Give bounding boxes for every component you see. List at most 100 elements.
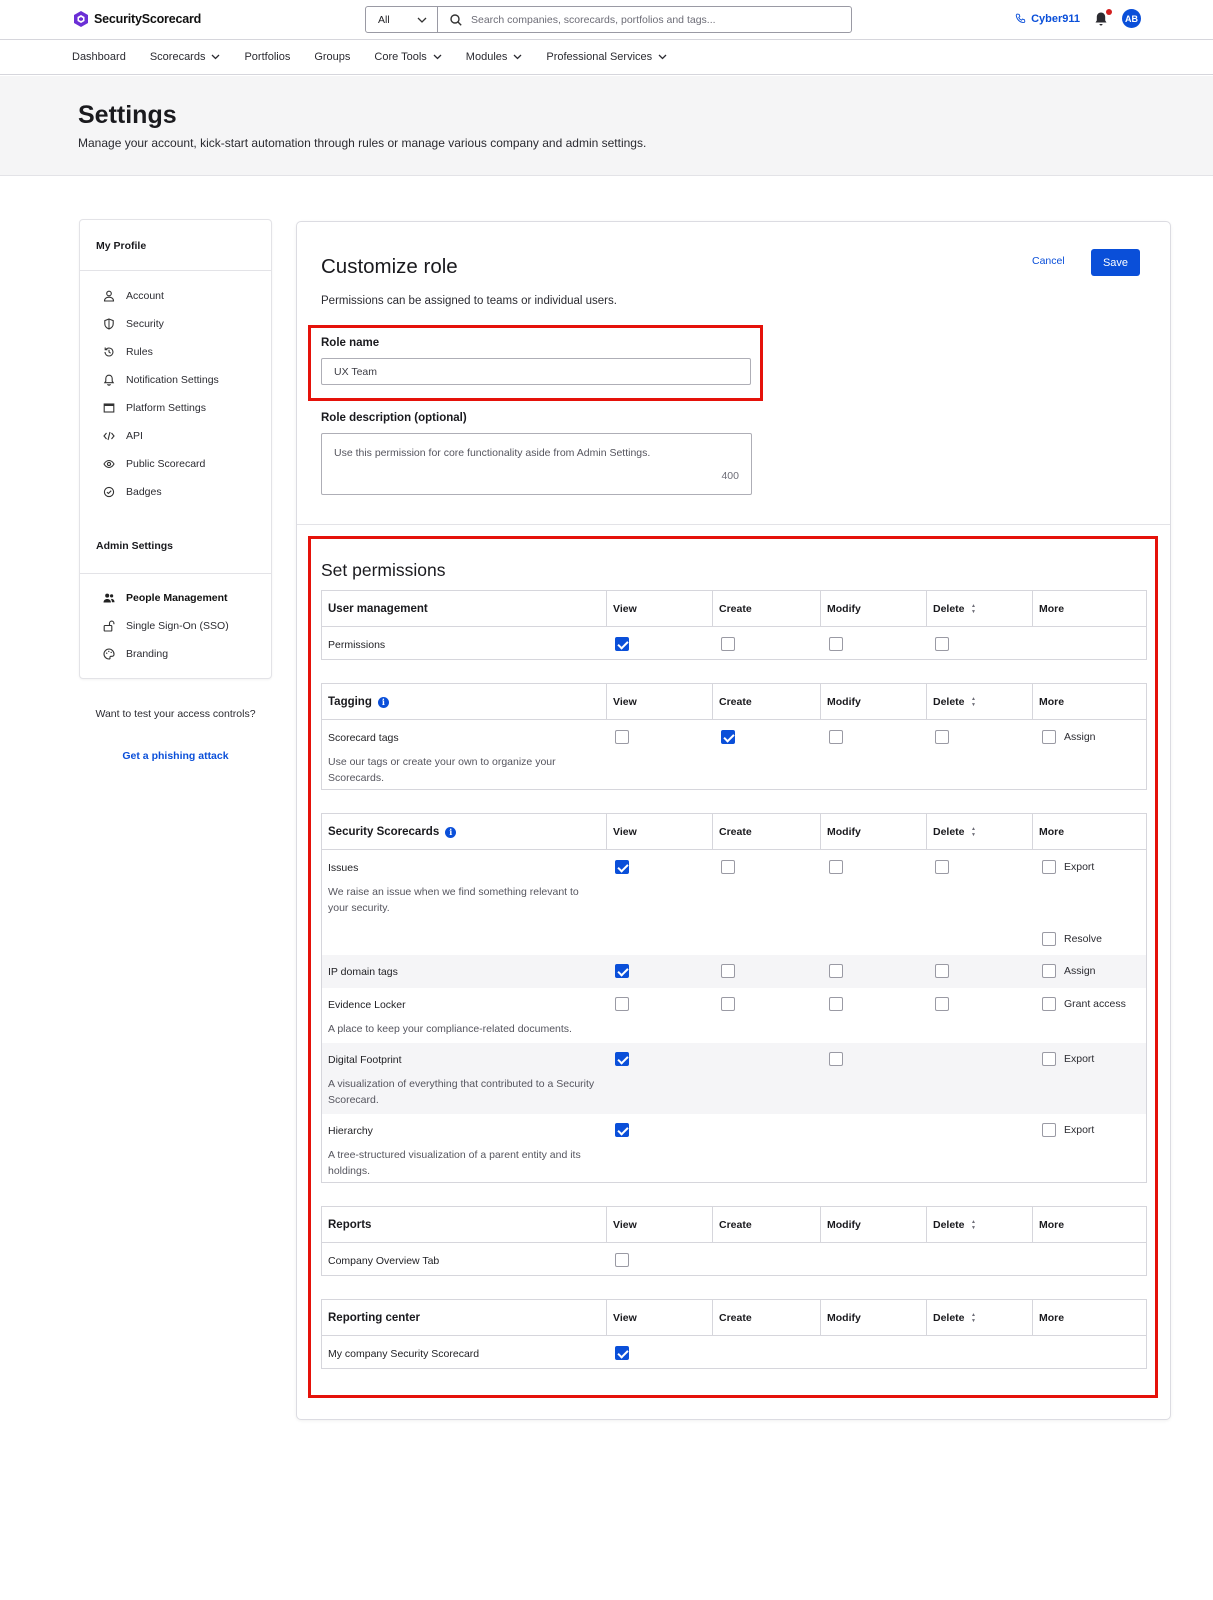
sidebar-item-platform-settings[interactable]: Platform Settings [103, 402, 206, 414]
view-checkbox[interactable] [615, 637, 629, 651]
role-name-input[interactable] [321, 358, 751, 385]
notification-dot [1106, 8, 1112, 15]
nav-item-professional-services[interactable]: Professional Services [546, 51, 667, 63]
export-checkbox[interactable] [1042, 1052, 1056, 1066]
nav-item-label: Professional Services [546, 51, 653, 63]
top-bar: SecurityScorecard All Cyber911 AB [0, 0, 1213, 40]
nav-item-groups[interactable]: Groups [314, 51, 350, 63]
delete-checkbox[interactable] [935, 964, 949, 978]
view-checkbox[interactable] [615, 964, 629, 978]
grant-access-checkbox[interactable] [1042, 997, 1056, 1011]
column-header-delete[interactable]: Delete ▲▼ [926, 814, 1032, 850]
export-checkbox[interactable] [1042, 1123, 1056, 1137]
sidebar-item-sso[interactable]: Single Sign-On (SSO) [103, 620, 229, 632]
delete-checkbox[interactable] [935, 997, 949, 1011]
column-header-label: More [1039, 696, 1065, 708]
cyber911-link[interactable]: Cyber911 [1015, 13, 1080, 25]
export-checkbox[interactable] [1042, 860, 1056, 874]
delete-checkbox[interactable] [935, 637, 949, 651]
column-header-create: Create [712, 814, 820, 850]
modify-checkbox[interactable] [829, 1052, 843, 1066]
delete-checkbox[interactable] [935, 730, 949, 744]
create-checkbox[interactable] [721, 730, 735, 744]
column-header-label: Modify [827, 696, 861, 708]
permission-description: We raise an issue when we find something… [328, 886, 579, 914]
column-header-view: View [606, 1300, 712, 1336]
column-header-label: Create [719, 603, 752, 615]
column-header-delete[interactable]: Delete ▲▼ [926, 684, 1032, 720]
permission-row-hierarchy: Hierarchy A tree-structured visualization… [322, 1114, 1146, 1184]
column-header-label: Delete [933, 826, 965, 838]
assign-checkbox[interactable] [1042, 730, 1056, 744]
create-checkbox[interactable] [721, 964, 735, 978]
view-checkbox[interactable] [615, 860, 629, 874]
role-description-textarea[interactable]: Use this permission for core functionali… [321, 433, 752, 495]
permission-description: Use our tags or create your own to organ… [328, 756, 556, 784]
phishing-question: Want to test your access controls? [95, 708, 256, 720]
permission-description: A visualization of everything that contr… [328, 1078, 595, 1106]
chevron-down-icon [658, 54, 667, 60]
sidebar-item-rules[interactable]: Rules [103, 346, 153, 358]
column-header-delete[interactable]: Delete ▲▼ [926, 1300, 1032, 1336]
modify-checkbox[interactable] [829, 997, 843, 1011]
delete-checkbox[interactable] [935, 860, 949, 874]
sidebar-item-security[interactable]: Security [103, 318, 164, 330]
permission-table-security-scorecards: Security Scorecards i View Create Modify Dele… [321, 813, 1147, 1183]
column-header-view: View [606, 1207, 712, 1243]
column-header-modify: Modify [820, 684, 926, 720]
sidebar-item-people-management[interactable]: People Management [103, 592, 228, 604]
assign-checkbox[interactable] [1042, 964, 1056, 978]
sidebar-item-account[interactable]: Account [103, 290, 164, 302]
column-header-label: Delete [933, 1219, 965, 1231]
view-checkbox[interactable] [615, 1123, 629, 1137]
column-header-delete[interactable]: Delete ▲▼ [926, 591, 1032, 627]
search-input[interactable] [471, 13, 851, 26]
view-checkbox[interactable] [615, 997, 629, 1011]
avatar[interactable]: AB [1122, 9, 1141, 28]
info-icon[interactable]: i [377, 696, 389, 708]
nav-item-label: Dashboard [72, 51, 126, 63]
window-icon [103, 403, 115, 413]
nav-item-core-tools[interactable]: Core Tools [374, 51, 442, 63]
sidebar-item-notification-settings[interactable]: Notification Settings [103, 374, 219, 386]
sidebar-item-public-scorecard[interactable]: Public Scorecard [103, 458, 205, 470]
sidebar-item-branding[interactable]: Branding [103, 648, 168, 660]
nav-item-label: Core Tools [374, 51, 427, 63]
page-header: Settings Manage your account, kick-start… [0, 76, 1213, 176]
nav-item-dashboard[interactable]: Dashboard [72, 51, 126, 63]
save-button[interactable]: Save [1091, 249, 1140, 276]
nav-item-label: Scorecards [149, 51, 206, 63]
settings-sidebar: My Profile Account Security Rules Notifi… [79, 219, 272, 679]
modify-checkbox[interactable] [829, 730, 843, 744]
column-header-label: Create [719, 1312, 752, 1324]
view-checkbox[interactable] [615, 1253, 629, 1267]
phishing-link[interactable]: Get a phishing attack [79, 750, 272, 762]
info-icon[interactable]: i [445, 826, 457, 838]
column-header-label: More [1039, 826, 1065, 838]
nav-item-modules[interactable]: Modules [466, 51, 523, 63]
view-checkbox[interactable] [615, 730, 629, 744]
resolve-checkbox[interactable] [1042, 932, 1056, 946]
modify-checkbox[interactable] [829, 964, 843, 978]
brand-logo[interactable]: SecurityScorecard [72, 10, 201, 28]
column-header-label: View [613, 1312, 637, 1324]
nav-item-portfolios[interactable]: Portfolios [244, 51, 290, 63]
modify-checkbox[interactable] [829, 860, 843, 874]
create-checkbox[interactable] [721, 637, 735, 651]
create-checkbox[interactable] [721, 860, 735, 874]
sidebar-item-badges[interactable]: Badges [103, 486, 162, 498]
nav-item-scorecards[interactable]: Scorecards [150, 51, 221, 63]
modify-checkbox[interactable] [829, 637, 843, 651]
cancel-button[interactable]: Cancel [1032, 255, 1065, 267]
create-checkbox[interactable] [721, 997, 735, 1011]
view-checkbox[interactable] [615, 1052, 629, 1066]
table-heading-label: Reports [328, 1219, 372, 1231]
view-checkbox[interactable] [615, 1346, 629, 1360]
cyber911-label: Cyber911 [1031, 12, 1080, 25]
sidebar-item-api[interactable]: API [103, 430, 143, 442]
column-header-create: Create [712, 1207, 820, 1243]
column-header-delete[interactable]: Delete ▲▼ [926, 1207, 1032, 1243]
role-name-label: Role name [321, 337, 380, 349]
notifications-button[interactable] [1094, 8, 1112, 27]
search-scope-select[interactable]: All [366, 7, 438, 32]
